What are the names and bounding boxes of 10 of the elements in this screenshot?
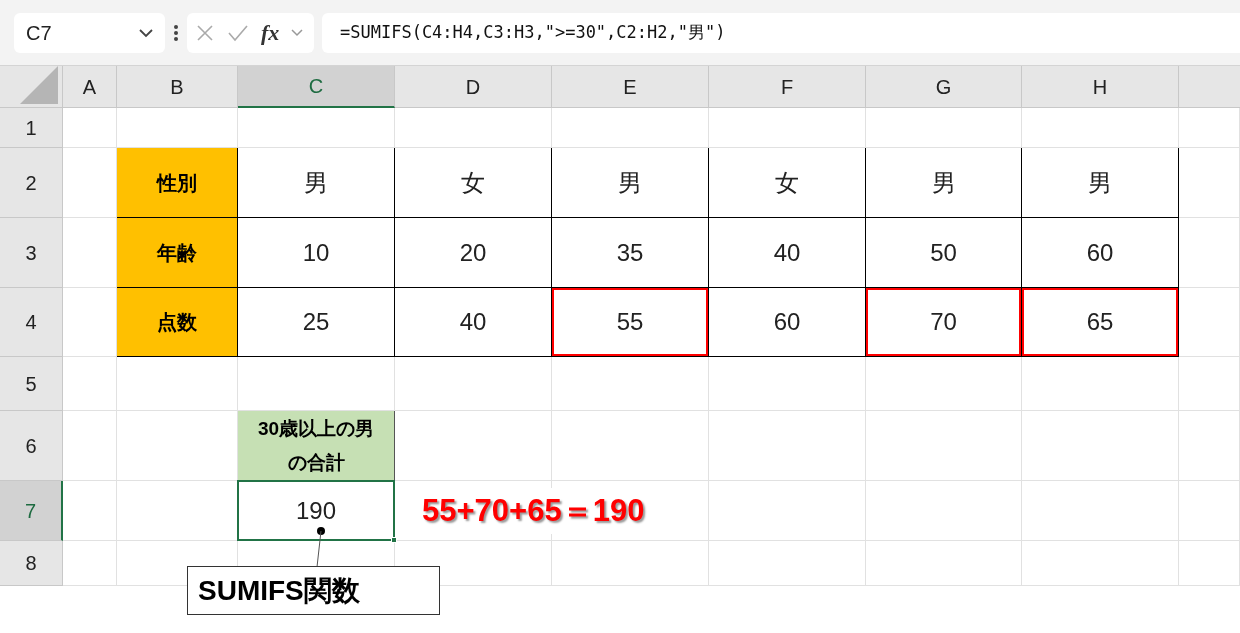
table-cell: 65 bbox=[1021, 287, 1179, 357]
table-header-cell: 性別 bbox=[116, 147, 238, 218]
table-cell: 55 bbox=[551, 287, 709, 357]
summary-header-cell: 30歳以上の男の合計 bbox=[237, 410, 395, 481]
formula-text: =SUMIFS(C4:H4,C3:H3,">=30",C2:H2,"男") bbox=[340, 20, 726, 44]
callout-tooltip: SUMIFS関数 bbox=[187, 566, 440, 615]
table-cell: 70 bbox=[865, 287, 1022, 357]
cell-reference: C7 bbox=[26, 20, 52, 46]
table-header-cell: 点数 bbox=[116, 287, 238, 357]
table-header-cell: 年齢 bbox=[116, 217, 238, 288]
